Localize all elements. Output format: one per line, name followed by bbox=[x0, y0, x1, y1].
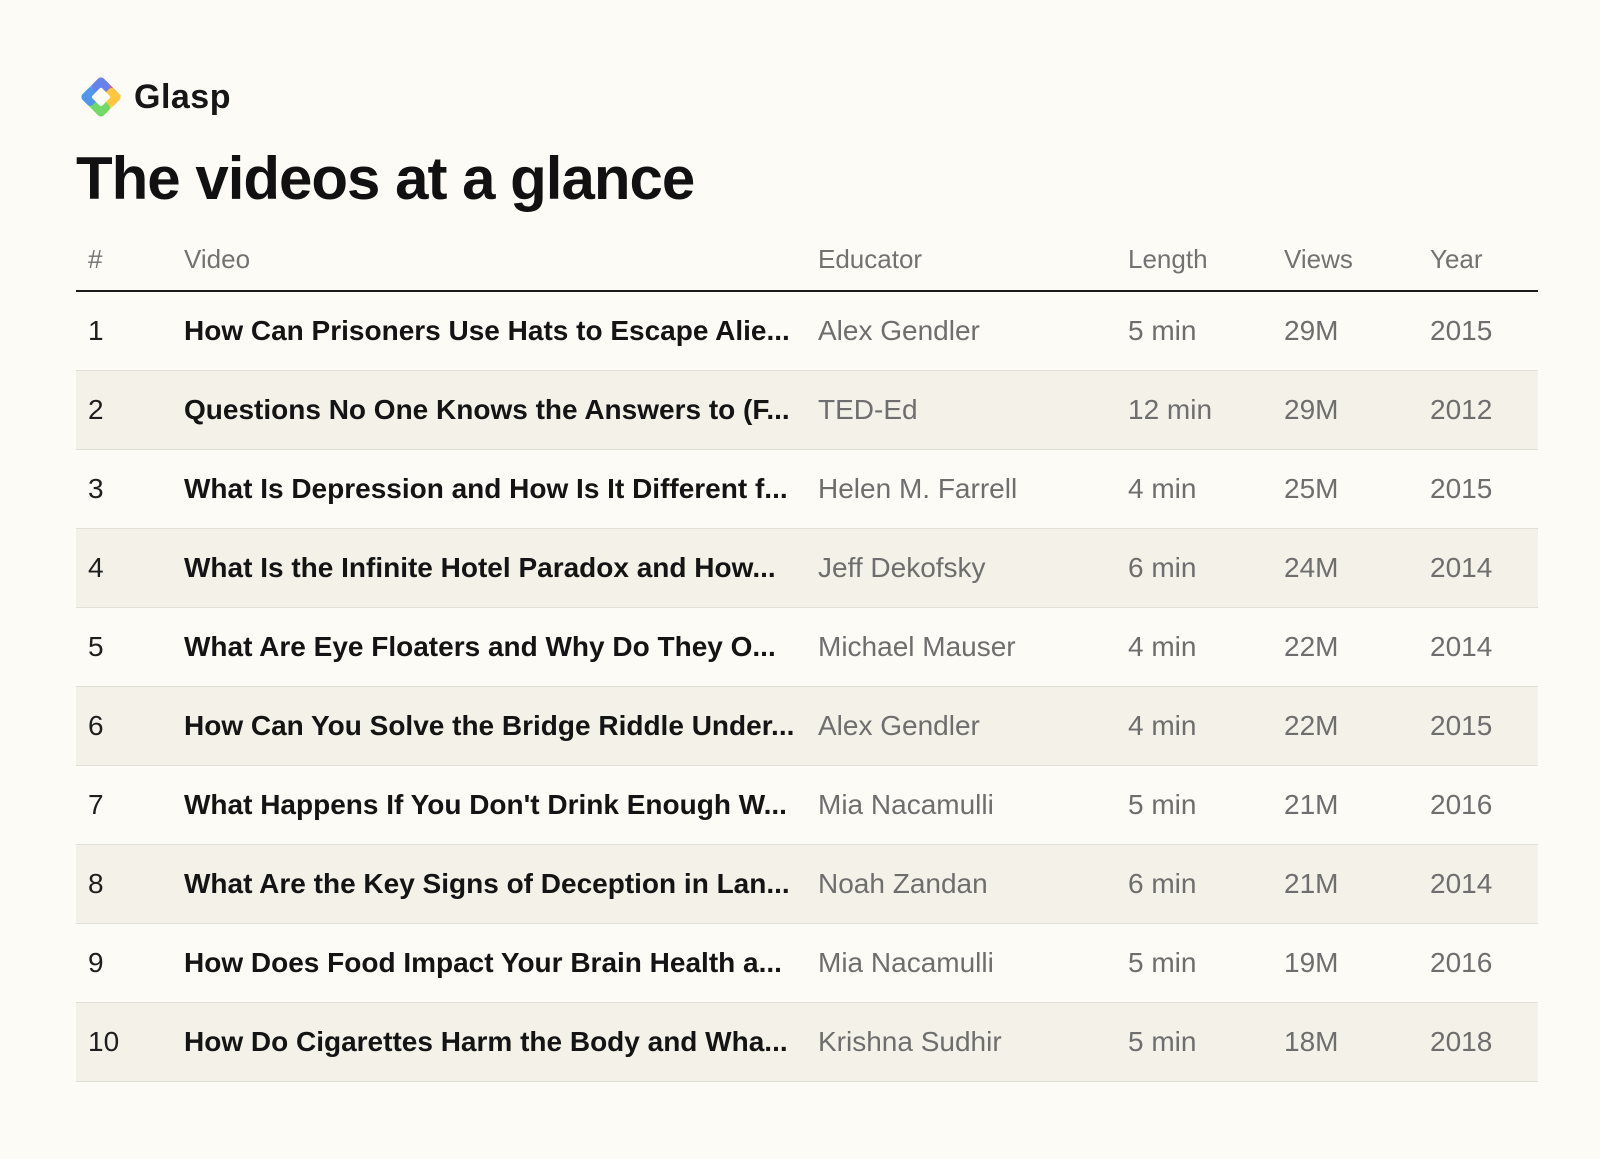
column-header-length: Length bbox=[1128, 228, 1284, 292]
cell-rank: 5 bbox=[76, 607, 184, 687]
cell-video-title: What Is Depression and How Is It Differe… bbox=[184, 449, 818, 529]
cell-educator: Alex Gendler bbox=[818, 686, 1128, 766]
cell-video-title: What Is the Infinite Hotel Paradox and H… bbox=[184, 528, 818, 608]
cell-year: 2015 bbox=[1430, 449, 1538, 529]
cell-views: 19M bbox=[1284, 923, 1430, 1003]
cell-educator: Mia Nacamulli bbox=[818, 923, 1128, 1003]
cell-rank: 2 bbox=[76, 370, 184, 450]
cell-year: 2018 bbox=[1430, 1002, 1538, 1082]
cell-views: 29M bbox=[1284, 370, 1430, 450]
cell-length: 4 min bbox=[1128, 449, 1284, 529]
cell-views: 29M bbox=[1284, 291, 1430, 371]
column-header-educator: Educator bbox=[818, 228, 1128, 292]
cell-length: 5 min bbox=[1128, 1002, 1284, 1082]
cell-rank: 4 bbox=[76, 528, 184, 608]
cell-year: 2016 bbox=[1430, 923, 1538, 1003]
cell-rank: 7 bbox=[76, 765, 184, 845]
cell-educator: Helen M. Farrell bbox=[818, 449, 1128, 529]
cell-length: 6 min bbox=[1128, 844, 1284, 924]
cell-length: 6 min bbox=[1128, 528, 1284, 608]
table-row: 10 How Do Cigarettes Harm the Body and W… bbox=[76, 1002, 1538, 1082]
table-row: 5 What Are Eye Floaters and Why Do They … bbox=[76, 607, 1538, 687]
cell-educator: Noah Zandan bbox=[818, 844, 1128, 924]
column-header-rank: # bbox=[76, 228, 184, 292]
page-title: The videos at a glance bbox=[76, 145, 695, 212]
table-row: 9 How Does Food Impact Your Brain Health… bbox=[76, 923, 1538, 1003]
table-row: 2 Questions No One Knows the Answers to … bbox=[76, 370, 1538, 450]
cell-year: 2014 bbox=[1430, 607, 1538, 687]
cell-views: 21M bbox=[1284, 765, 1430, 845]
cell-length: 12 min bbox=[1128, 370, 1284, 450]
table-row: 8 What Are the Key Signs of Deception in… bbox=[76, 844, 1538, 924]
page: Glasp The videos at a glance # Video Edu… bbox=[76, 72, 1538, 1082]
cell-year: 2014 bbox=[1430, 844, 1538, 924]
cell-educator: Jeff Dekofsky bbox=[818, 528, 1128, 608]
cell-rank: 9 bbox=[76, 923, 184, 1003]
cell-rank: 8 bbox=[76, 844, 184, 924]
table-header-row: # Video Educator Length Views Year bbox=[76, 228, 1538, 292]
cell-views: 21M bbox=[1284, 844, 1430, 924]
cell-rank: 3 bbox=[76, 449, 184, 529]
videos-table: # Video Educator Length Views Year 1 How… bbox=[76, 228, 1538, 1082]
cell-length: 4 min bbox=[1128, 686, 1284, 766]
cell-educator: Michael Mauser bbox=[818, 607, 1128, 687]
cell-length: 5 min bbox=[1128, 923, 1284, 1003]
cell-views: 18M bbox=[1284, 1002, 1430, 1082]
glasp-diamond-logo-icon bbox=[81, 77, 121, 117]
cell-video-title: Questions No One Knows the Answers to (F… bbox=[184, 370, 818, 450]
table-row: 6 How Can You Solve the Bridge Riddle Un… bbox=[76, 686, 1538, 766]
cell-video-title: How Can Prisoners Use Hats to Escape Ali… bbox=[184, 291, 818, 371]
brand-name: Glasp bbox=[134, 77, 231, 116]
cell-video-title: How Do Cigarettes Harm the Body and Wha.… bbox=[184, 1002, 818, 1082]
cell-year: 2016 bbox=[1430, 765, 1538, 845]
cell-video-title: How Does Food Impact Your Brain Health a… bbox=[184, 923, 818, 1003]
column-header-video: Video bbox=[184, 228, 818, 292]
cell-year: 2015 bbox=[1430, 291, 1538, 371]
table-row: 3 What Is Depression and How Is It Diffe… bbox=[76, 449, 1538, 529]
cell-video-title: What Happens If You Don't Drink Enough W… bbox=[184, 765, 818, 845]
cell-educator: TED-Ed bbox=[818, 370, 1128, 450]
cell-rank: 10 bbox=[76, 1002, 184, 1082]
cell-views: 22M bbox=[1284, 686, 1430, 766]
cell-length: 4 min bbox=[1128, 607, 1284, 687]
cell-views: 24M bbox=[1284, 528, 1430, 608]
cell-views: 25M bbox=[1284, 449, 1430, 529]
cell-video-title: What Are the Key Signs of Deception in L… bbox=[184, 844, 818, 924]
cell-rank: 1 bbox=[76, 291, 184, 371]
cell-views: 22M bbox=[1284, 607, 1430, 687]
cell-video-title: How Can You Solve the Bridge Riddle Unde… bbox=[184, 686, 818, 766]
table-row: 4 What Is the Infinite Hotel Paradox and… bbox=[76, 528, 1538, 608]
cell-educator: Alex Gendler bbox=[818, 291, 1128, 371]
cell-video-title: What Are Eye Floaters and Why Do They O.… bbox=[184, 607, 818, 687]
cell-length: 5 min bbox=[1128, 765, 1284, 845]
cell-educator: Krishna Sudhir bbox=[818, 1002, 1128, 1082]
cell-rank: 6 bbox=[76, 686, 184, 766]
cell-length: 5 min bbox=[1128, 291, 1284, 371]
brand-header: Glasp bbox=[76, 72, 1526, 122]
column-header-views: Views bbox=[1284, 228, 1430, 292]
table-row: 7 What Happens If You Don't Drink Enough… bbox=[76, 765, 1538, 845]
column-header-year: Year bbox=[1430, 228, 1538, 292]
table-row: 1 How Can Prisoners Use Hats to Escape A… bbox=[76, 291, 1538, 371]
cell-educator: Mia Nacamulli bbox=[818, 765, 1128, 845]
cell-year: 2012 bbox=[1430, 370, 1538, 450]
cell-year: 2014 bbox=[1430, 528, 1538, 608]
cell-year: 2015 bbox=[1430, 686, 1538, 766]
